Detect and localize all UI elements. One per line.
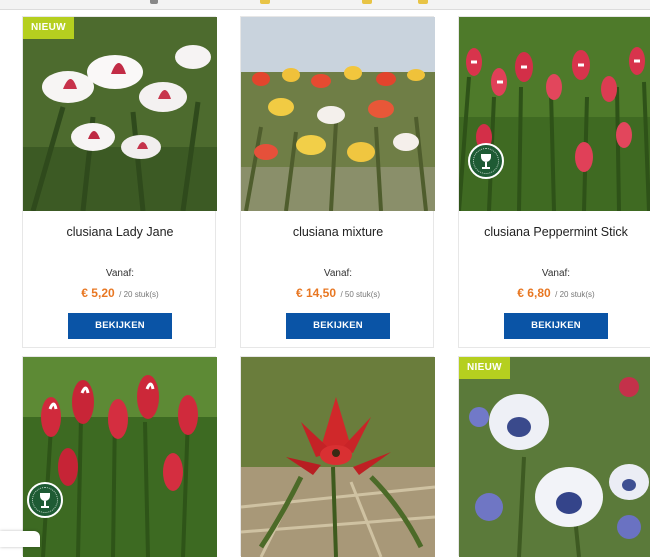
product-title[interactable]: clusiana mixture: [241, 225, 435, 239]
rhs-award-badge: [27, 482, 63, 518]
price-unit: / 20 stuk(s): [555, 290, 595, 299]
view-product-button[interactable]: BEKIJKEN: [504, 313, 608, 339]
rhs-award-badge: [468, 143, 504, 179]
new-badge: NIEUW: [23, 17, 74, 39]
view-product-button[interactable]: BEKIJKEN: [68, 313, 172, 339]
product-card[interactable]: NIEUW clusiana Lady Jane Vanaf: € 5,20 /…: [22, 16, 217, 348]
price-row: € 6,80 / 20 stuk(s): [459, 284, 650, 302]
price-from-label: Vanaf:: [323, 268, 353, 279]
product-card[interactable]: NIEUW: [458, 356, 650, 557]
product-image[interactable]: [241, 357, 435, 557]
product-image[interactable]: [241, 17, 435, 211]
product-card[interactable]: clusiana Peppermint Stick Vanaf: € 6,80 …: [458, 16, 650, 348]
product-image[interactable]: [23, 17, 217, 211]
product-card[interactable]: [240, 356, 435, 557]
product-title[interactable]: clusiana Peppermint Stick: [459, 225, 650, 239]
price-from-label: Vanaf:: [541, 268, 571, 279]
price-unit: / 50 stuk(s): [340, 290, 381, 299]
product-price: € 6,80: [517, 286, 551, 300]
view-product-button[interactable]: BEKIJKEN: [286, 313, 390, 339]
product-image[interactable]: [459, 17, 650, 211]
product-price: € 14,50: [295, 286, 336, 300]
product-price: € 5,20: [81, 286, 115, 300]
new-badge: NIEUW: [459, 357, 510, 379]
price-row: € 14,50 / 50 stuk(s): [241, 284, 435, 302]
product-image[interactable]: [459, 357, 650, 557]
price-row: € 5,20 / 20 stuk(s): [23, 284, 217, 302]
price-from-label: Vanaf:: [105, 268, 135, 279]
product-card[interactable]: clusiana mixture Vanaf: € 14,50 / 50 stu…: [240, 16, 435, 348]
product-image[interactable]: [23, 357, 217, 557]
product-title[interactable]: clusiana Lady Jane: [23, 225, 217, 239]
browser-bookmarks-strip: [0, 0, 650, 10]
chat-widget-tab[interactable]: [0, 531, 40, 547]
product-card[interactable]: [22, 356, 217, 557]
price-unit: / 20 stuk(s): [119, 290, 159, 299]
